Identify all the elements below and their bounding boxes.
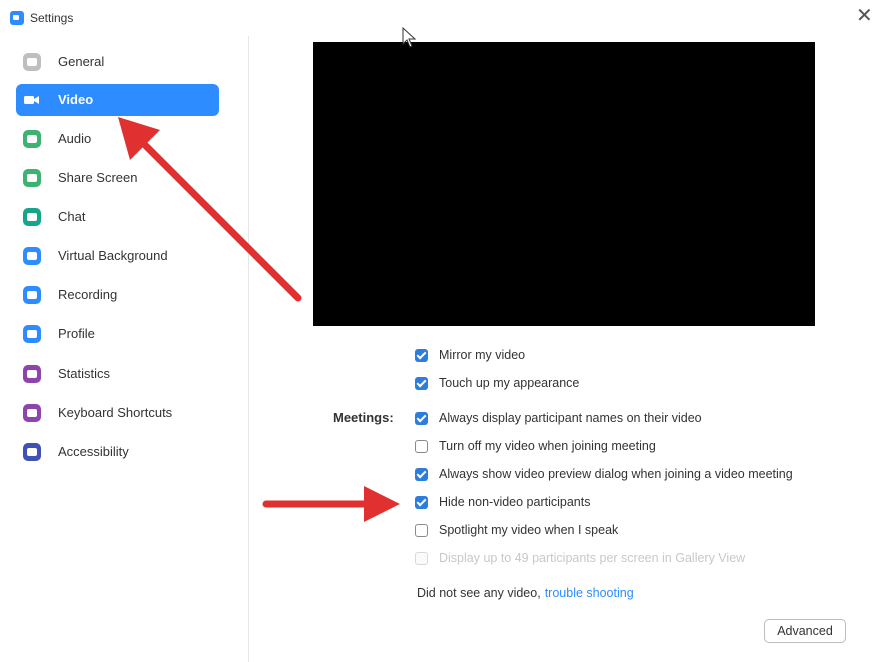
sidebar-item-chat[interactable]: Chat bbox=[16, 201, 219, 233]
checkbox-unchecked[interactable] bbox=[415, 524, 428, 537]
option-turn-off-my-video-when-joining-meeting[interactable]: Turn off my video when joining meeting bbox=[415, 436, 845, 458]
option-hide-non-video-participants[interactable]: Hide non-video participants bbox=[415, 492, 845, 514]
checkbox-checked[interactable] bbox=[415, 349, 428, 362]
video-preview bbox=[313, 42, 815, 326]
help-text: Did not see any video, bbox=[417, 586, 541, 600]
meetings-label: Meetings: bbox=[333, 410, 394, 425]
option-label: Mirror my video bbox=[439, 348, 526, 362]
sidebar-item-video[interactable]: Video bbox=[16, 84, 219, 116]
zoom-app-icon bbox=[10, 11, 24, 25]
option-label: Hide non-video participants bbox=[439, 495, 591, 509]
sidebar-item-keyboard-shortcuts[interactable]: Keyboard Shortcuts bbox=[16, 397, 219, 429]
sidebar-item-label: Recording bbox=[58, 287, 118, 302]
bar-chart-icon bbox=[23, 365, 41, 383]
checkbox-unchecked bbox=[415, 552, 428, 565]
sidebar-item-virtual-background[interactable]: Virtual Background bbox=[16, 240, 219, 272]
checkbox-checked[interactable] bbox=[415, 377, 428, 390]
share-screen-icon bbox=[23, 169, 41, 187]
sidebar-item-label: Virtual Background bbox=[58, 248, 168, 263]
settings-sidebar: General Video Audio Share Screen Chat Virtual… bbox=[0, 36, 249, 662]
mouse-pointer-icon bbox=[402, 27, 417, 48]
keyboard-icon bbox=[23, 404, 41, 422]
trouble-shooting-link[interactable]: trouble shooting bbox=[545, 586, 634, 600]
sidebar-item-label: Keyboard Shortcuts bbox=[58, 405, 173, 420]
help-line: Did not see any video, trouble shooting bbox=[417, 586, 634, 600]
sidebar-item-label: Share Screen bbox=[58, 170, 138, 185]
chat-bubble-icon bbox=[23, 208, 41, 226]
option-mirror-my-video[interactable]: Mirror my video bbox=[415, 345, 845, 367]
sidebar-item-profile[interactable]: Profile bbox=[16, 318, 219, 350]
option-always-show-video-preview-dialog-when-joining-a-video-meeting[interactable]: Always show video preview dialog when jo… bbox=[415, 464, 845, 486]
sidebar-item-label: Audio bbox=[58, 131, 92, 146]
option-display-up-to-49-participants-per-screen-in-gallery-view: Display up to 49 participants per screen… bbox=[415, 548, 845, 570]
sidebar-item-general[interactable]: General bbox=[16, 46, 219, 78]
option-label: Always show video preview dialog when jo… bbox=[439, 467, 793, 481]
option-spotlight-my-video-when-i-speak[interactable]: Spotlight my video when I speak bbox=[415, 520, 845, 542]
sidebar-item-label: Statistics bbox=[58, 366, 111, 381]
advanced-button[interactable]: Advanced bbox=[764, 619, 846, 643]
virtual-background-icon bbox=[23, 247, 41, 265]
video-camera-icon bbox=[23, 91, 41, 109]
option-always-display-participant-names-on-their-video[interactable]: Always display participant names on thei… bbox=[415, 408, 845, 430]
sidebar-item-label: Chat bbox=[58, 209, 86, 224]
close-icon[interactable]: ✕ bbox=[856, 6, 872, 26]
sidebar-item-recording[interactable]: Recording bbox=[16, 279, 219, 311]
sidebar-item-accessibility[interactable]: Accessibility bbox=[16, 436, 219, 468]
settings-window: Settings ✕ General Video Audio Share Screen… bbox=[0, 0, 872, 662]
option-touch-up-my-appearance[interactable]: Touch up my appearance bbox=[415, 373, 845, 395]
sidebar-item-label: Video bbox=[58, 92, 94, 107]
checkbox-checked[interactable] bbox=[415, 468, 428, 481]
option-label: Always display participant names on thei… bbox=[439, 411, 702, 425]
sidebar-item-audio[interactable]: Audio bbox=[16, 123, 219, 155]
record-icon bbox=[23, 286, 41, 304]
checkbox-unchecked[interactable] bbox=[415, 440, 428, 453]
sidebar-item-label: Accessibility bbox=[58, 444, 129, 459]
accessibility-icon bbox=[23, 443, 41, 461]
window-title: Settings bbox=[30, 11, 74, 25]
option-label: Turn off my video when joining meeting bbox=[439, 439, 656, 453]
headphones-icon bbox=[23, 130, 41, 148]
option-label: Display up to 49 participants per screen… bbox=[439, 551, 746, 565]
checkbox-checked[interactable] bbox=[415, 496, 428, 509]
arrow-to-hide-non-video bbox=[262, 486, 400, 522]
sidebar-item-share-screen[interactable]: Share Screen bbox=[16, 162, 219, 194]
sidebar-item-label: General bbox=[58, 54, 105, 69]
option-label: Spotlight my video when I speak bbox=[439, 523, 619, 537]
option-label: Touch up my appearance bbox=[439, 376, 580, 390]
user-icon bbox=[23, 325, 41, 343]
title-bar: Settings ✕ bbox=[0, 0, 872, 36]
checkbox-checked[interactable] bbox=[415, 412, 428, 425]
sidebar-item-statistics[interactable]: Statistics bbox=[16, 358, 219, 390]
sidebar-item-label: Profile bbox=[58, 326, 95, 341]
gear-icon bbox=[23, 53, 41, 71]
